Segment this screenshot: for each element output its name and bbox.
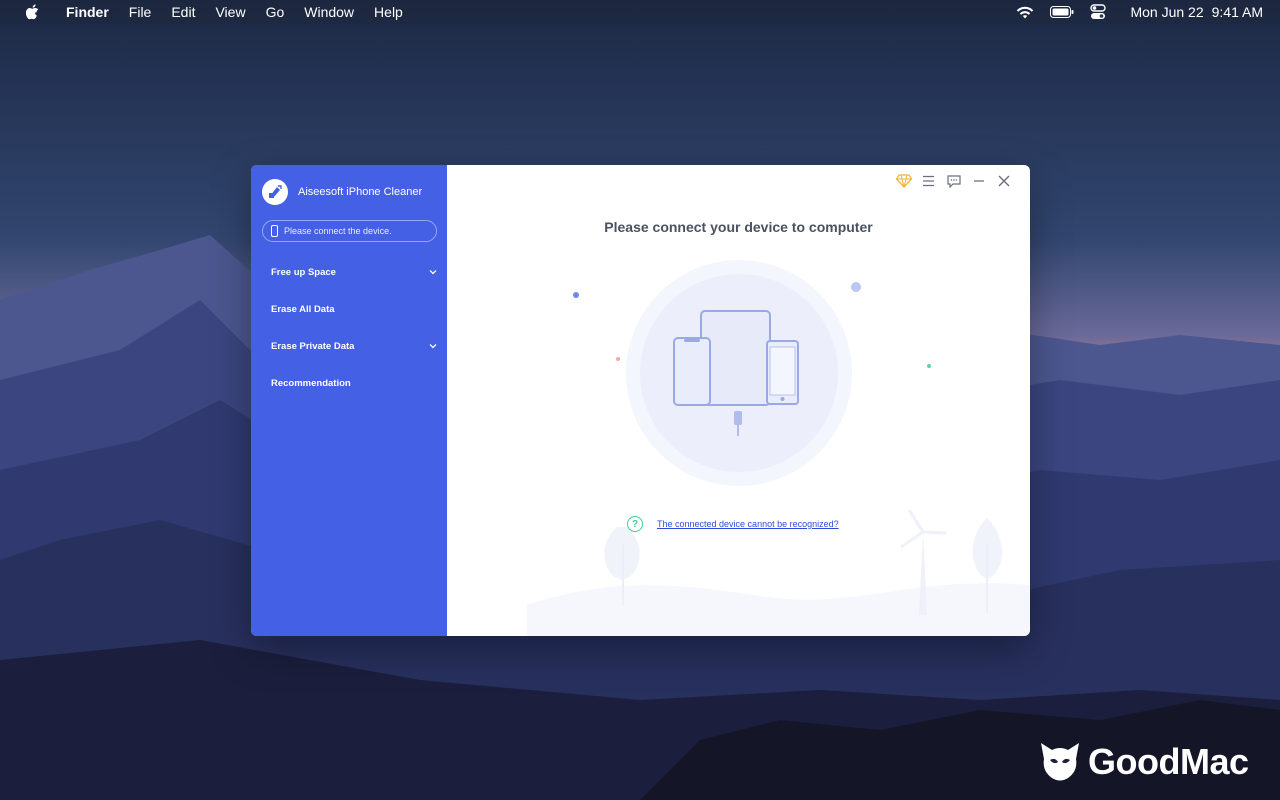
control-center-icon[interactable]: [1090, 4, 1107, 20]
nav-free-up-space-label: Free up Space: [271, 266, 336, 278]
nav-erase-all-data-label: Erase All Data: [271, 303, 335, 315]
menubar-date: Mon Jun 22: [1130, 4, 1204, 20]
menu-help[interactable]: Help: [374, 4, 403, 20]
connect-device-illustration: [527, 260, 1030, 636]
menu-file[interactable]: File: [129, 4, 152, 20]
menu-icon[interactable]: [916, 173, 941, 189]
nav-free-up-space[interactable]: Free up Space: [271, 263, 441, 281]
premium-diamond-icon[interactable]: [891, 173, 916, 189]
connect-prompt-title: Please connect your device to computer: [604, 219, 873, 235]
menu-go[interactable]: Go: [266, 4, 285, 20]
goodmac-watermark: GoodMac: [1038, 741, 1249, 783]
app-window: Aiseesoft iPhone Cleaner Please connect …: [251, 165, 1030, 636]
nav-erase-all-data[interactable]: Erase All Data: [271, 300, 441, 318]
sidebar: Aiseesoft iPhone Cleaner Please connect …: [251, 165, 447, 636]
close-icon[interactable]: [991, 173, 1016, 189]
app-title: Aiseesoft iPhone Cleaner: [298, 186, 423, 198]
phone-icon: [271, 225, 278, 237]
window-controls: [891, 173, 1016, 189]
app-brand: Aiseesoft iPhone Cleaner: [262, 179, 422, 205]
help-question-icon[interactable]: ?: [627, 516, 643, 532]
wifi-icon[interactable]: [1016, 6, 1034, 19]
goodmac-logo-icon: [1041, 743, 1079, 781]
menu-app-finder[interactable]: Finder: [66, 4, 109, 20]
battery-icon[interactable]: [1050, 6, 1074, 18]
menu-bar: Finder File Edit View Go Window Help Mon…: [0, 0, 1280, 24]
nav-erase-private-data-label: Erase Private Data: [271, 340, 355, 352]
menu-edit[interactable]: Edit: [171, 4, 195, 20]
device-status-text: Please connect the device.: [284, 226, 392, 236]
device-status-pill[interactable]: Please connect the device.: [262, 220, 437, 242]
minimize-icon[interactable]: [966, 173, 991, 189]
chevron-down-icon: [429, 270, 437, 275]
menubar-time: 9:41 AM: [1211, 4, 1263, 20]
nav-erase-private-data[interactable]: Erase Private Data: [271, 337, 441, 355]
nav-recommendation[interactable]: Recommendation: [271, 374, 441, 392]
nav-recommendation-label: Recommendation: [271, 377, 351, 389]
help-row: ? The connected device cannot be recogni…: [627, 516, 839, 532]
app-logo-icon: [262, 179, 288, 205]
device-not-recognized-link[interactable]: The connected device cannot be recognize…: [657, 519, 839, 529]
menu-view[interactable]: View: [215, 4, 245, 20]
chevron-down-icon: [429, 344, 437, 349]
apple-menu-icon[interactable]: [26, 3, 44, 21]
feedback-icon[interactable]: [941, 173, 966, 189]
menubar-clock[interactable]: Mon Jun 22 9:41 AM: [1122, 4, 1263, 20]
menu-window[interactable]: Window: [304, 4, 354, 20]
goodmac-brand-text: GoodMac: [1088, 741, 1249, 782]
